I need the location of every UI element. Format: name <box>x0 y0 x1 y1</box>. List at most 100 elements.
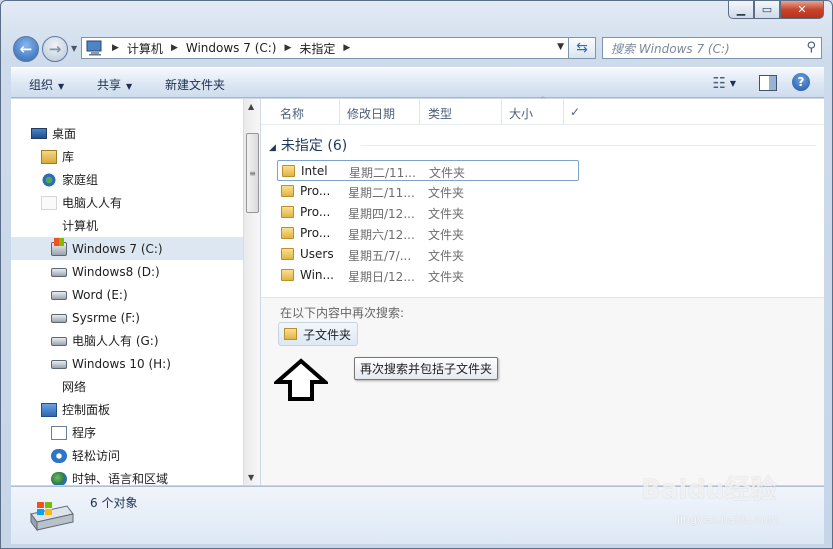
folder-icon <box>281 248 294 260</box>
breadcrumb-computer[interactable]: 计算机 <box>125 38 165 58</box>
watermark-url: jingyan.baidu.com <box>677 513 779 526</box>
group-header[interactable]: ◢ 未指定 (6) <box>269 135 347 155</box>
organize-menu[interactable]: 组织 ▼ <box>29 76 64 93</box>
nav-item-drive-e[interactable]: Word (E:) <box>11 283 243 306</box>
column-divider[interactable] <box>501 99 502 125</box>
file-date: 星期日/12... <box>348 270 415 284</box>
nav-item-label: Windows 10 (H:) <box>72 356 171 371</box>
nav-item-library[interactable]: 库 <box>11 145 243 168</box>
drive-icon <box>51 360 67 369</box>
scroll-down-icon[interactable]: ▼ <box>248 473 254 482</box>
nav-item-ease-of-access[interactable]: 轻松访问 <box>11 444 243 467</box>
arrow-up-icon <box>274 358 328 401</box>
file-name: Pro... <box>300 226 331 240</box>
sort-indicator-icon: ⌃ <box>539 96 547 106</box>
file-type: 文件夹 <box>428 207 465 221</box>
column-divider[interactable] <box>339 99 340 125</box>
recent-pages-dropdown[interactable]: ▼ <box>71 44 77 53</box>
nav-item-programs[interactable]: 程序 <box>11 421 243 444</box>
column-divider[interactable] <box>419 99 420 125</box>
column-divider[interactable] <box>563 99 564 125</box>
nav-item-label: Windows8 (D:) <box>72 264 160 279</box>
breadcrumb-separator[interactable]: ▶ <box>165 43 184 53</box>
control-panel-icon <box>41 402 57 417</box>
file-row[interactable]: Pro... 星期六/12... 文件夹 <box>277 223 579 244</box>
folder-icon <box>281 185 294 197</box>
system-drive-icon <box>51 237 67 256</box>
nav-item-label: 轻松访问 <box>72 449 121 463</box>
nav-item-drive-h[interactable]: Windows 10 (H:) <box>11 352 243 375</box>
subfolder-label: 子文件夹 <box>303 327 352 342</box>
share-label: 共享 <box>97 78 122 92</box>
refresh-icon: ⇆ <box>576 40 588 56</box>
subfolder-search-button[interactable]: 子文件夹 <box>278 322 359 346</box>
nav-item-label: Word (E:) <box>72 287 128 302</box>
nav-item-drive-f[interactable]: Sysrme (F:) <box>11 306 243 329</box>
view-dropdown[interactable]: ▼ <box>730 79 736 88</box>
nav-item-label: 计算机 <box>62 219 99 233</box>
nav-item-desktop[interactable]: 桌面 <box>11 122 243 145</box>
nav-item-drive-d[interactable]: Windows8 (D:) <box>11 260 243 283</box>
drive-icon <box>51 337 67 346</box>
file-row[interactable]: Pro... 星期四/12... 文件夹 <box>277 202 579 223</box>
breadcrumb-separator[interactable]: ▶ <box>106 43 125 53</box>
chevron-down-icon: ▼ <box>126 82 133 91</box>
preview-pane-button[interactable] <box>759 75 777 91</box>
close-button[interactable]: ✕ <box>780 1 824 19</box>
nav-item-label: 电脑人人有 (G:) <box>72 334 159 348</box>
search-again-label: 在以下内容中再次搜索: <box>280 306 405 320</box>
nav-item-control-panel[interactable]: 控制面板 <box>11 398 243 421</box>
arrow-left-icon: ← <box>19 40 33 58</box>
drive-icon <box>51 291 67 300</box>
help-button[interactable]: ? <box>792 73 810 91</box>
navigation-pane: 桌面 库 家庭组 电脑人人有 计算机 Windows 7 (C:) Window… <box>11 99 243 485</box>
nav-item-clock-language[interactable]: 时钟、语言和区域 <box>11 467 243 485</box>
checkmark-icon[interactable]: ✓ <box>570 105 580 119</box>
view-options-icon[interactable]: ☷ <box>713 74 726 92</box>
forward-button[interactable]: → <box>42 36 68 62</box>
minimize-button[interactable]: ▁ <box>728 1 754 19</box>
nav-item-label: 程序 <box>72 426 97 440</box>
column-date[interactable]: 修改日期 <box>347 105 395 122</box>
breadcrumb-separator[interactable]: ▶ <box>278 43 297 53</box>
share-menu[interactable]: 共享 ▼ <box>97 76 132 93</box>
collapse-triangle-icon[interactable]: ◢ <box>269 143 276 153</box>
refresh-button[interactable]: ⇆ <box>569 37 596 59</box>
breadcrumb-unspecified[interactable]: 未指定 <box>297 38 337 58</box>
column-header: 名称 修改日期 类型 大小 ⌃ ✓ <box>261 96 824 125</box>
column-size[interactable]: 大小 <box>509 105 533 122</box>
breadcrumb-drive-c[interactable]: Windows 7 (C:) <box>184 38 279 58</box>
search-icon[interactable]: ⚲ <box>806 40 816 55</box>
new-folder-button[interactable]: 新建文件夹 <box>165 76 225 93</box>
nav-item-computer[interactable]: 计算机 <box>11 214 243 237</box>
scroll-up-icon[interactable]: ▲ <box>248 102 254 111</box>
desktop-icon <box>31 128 47 139</box>
maximize-button[interactable]: ▭ <box>754 1 780 19</box>
breadcrumb-separator[interactable]: ▶ <box>337 43 356 53</box>
computer-icon <box>86 40 102 56</box>
back-button[interactable]: ← <box>13 36 39 62</box>
folder-icon <box>281 227 294 239</box>
nav-item-homegroup[interactable]: 家庭组 <box>11 168 243 191</box>
search-placeholder: 搜索 Windows 7 (C:) <box>611 41 730 56</box>
nav-scrollbar[interactable]: ▲ ≡ ▼ <box>243 99 260 485</box>
command-bar: 组织 ▼ 共享 ▼ 新建文件夹 ☷ ▼ ? <box>11 67 824 98</box>
scroll-thumb[interactable]: ≡ <box>246 133 259 213</box>
nav-item-network[interactable]: 网络 <box>11 375 243 398</box>
nav-item-user-folder[interactable]: 电脑人人有 <box>11 191 243 214</box>
address-history-dropdown[interactable]: ▼ <box>557 42 564 52</box>
column-type[interactable]: 类型 <box>428 105 452 122</box>
search-input[interactable]: 搜索 Windows 7 (C:) ⚲ <box>602 37 822 59</box>
nav-item-drive-c[interactable]: Windows 7 (C:) <box>11 237 243 260</box>
file-type: 文件夹 <box>428 249 465 263</box>
file-name: Intel <box>301 164 328 178</box>
organize-label: 组织 <box>29 78 54 92</box>
file-row[interactable]: Intel 星期二/11... 文件夹 <box>277 160 579 181</box>
file-row[interactable]: Pro... 星期二/11... 文件夹 <box>277 181 579 202</box>
file-row[interactable]: Users 星期五/7/... 文件夹 <box>277 244 579 265</box>
address-bar[interactable]: ▶ 计算机 ▶ Windows 7 (C:) ▶ 未指定 ▶ ▼ <box>81 37 569 59</box>
file-name: Pro... <box>300 205 331 219</box>
file-row[interactable]: Win... 星期日/12... 文件夹 <box>277 265 579 286</box>
nav-item-drive-g[interactable]: 电脑人人有 (G:) <box>11 329 243 352</box>
column-name[interactable]: 名称 <box>280 105 304 122</box>
